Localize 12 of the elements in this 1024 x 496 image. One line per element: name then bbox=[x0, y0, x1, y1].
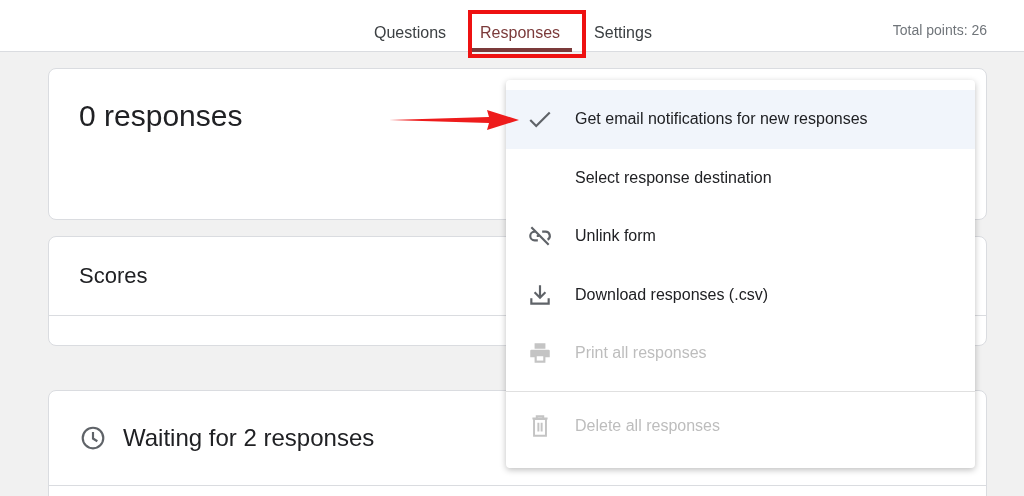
card-title: Waiting for 2 responses bbox=[123, 424, 375, 452]
tab[interactable]: Responses bbox=[468, 0, 573, 52]
tab[interactable]: Settings bbox=[582, 0, 664, 52]
menu-item[interactable]: Download responses (.csv) bbox=[506, 265, 975, 324]
menu-item[interactable]: Select response destination bbox=[506, 148, 975, 207]
card-title: 0 responses bbox=[79, 99, 243, 132]
clock-icon bbox=[80, 425, 106, 451]
tab[interactable]: Questions bbox=[362, 0, 459, 52]
card-title: Scores bbox=[79, 263, 148, 289]
menu-item[interactable]: Unlink form bbox=[506, 207, 975, 266]
total-points: Total points: 26 bbox=[892, 22, 987, 38]
menu-item[interactable]: Get email notifications for new responses bbox=[506, 90, 975, 149]
